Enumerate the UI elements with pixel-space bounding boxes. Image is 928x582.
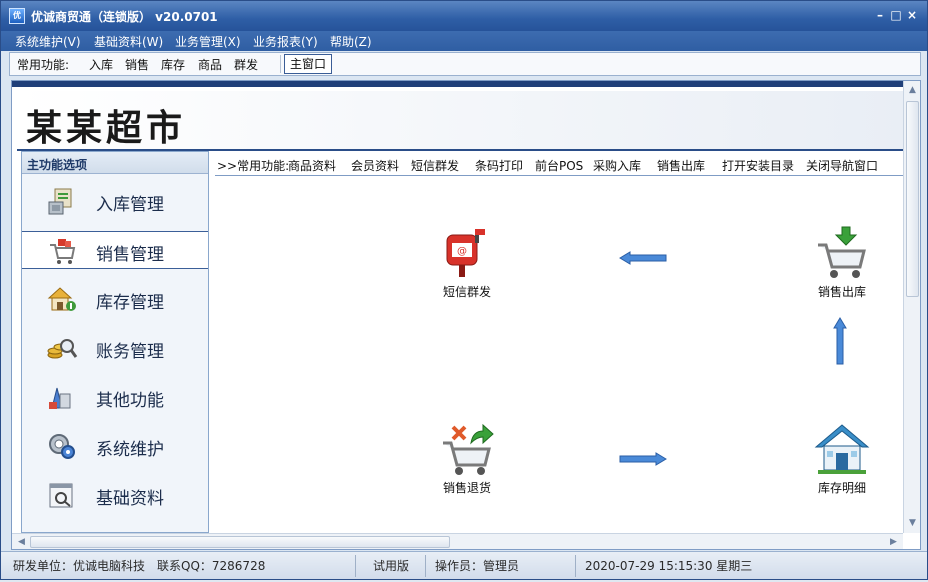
vertical-scroll-thumb[interactable] <box>906 101 919 297</box>
menu-basic-data[interactable]: 基础资料(W) <box>94 33 163 50</box>
scroll-down-icon[interactable]: ▼ <box>906 517 919 530</box>
flow-node-sales-return[interactable]: 销售退货 <box>423 421 503 501</box>
menu-system-maintenance[interactable]: 系统维护(V) <box>15 33 81 50</box>
app-logo-icon: 优 <box>9 8 25 24</box>
store-banner: 某某超市 <box>17 91 903 149</box>
app-window: 优 优诚商贸通（连锁版） v20.0701 – □ × 系统维护(V) 基础资料… <box>0 0 928 580</box>
status-edition: 试用版 <box>373 559 410 573</box>
sidebar-item-label: 账务管理 <box>96 342 164 362</box>
sidebar-item-label: 其他功能 <box>96 391 164 411</box>
maximize-button[interactable]: □ <box>889 7 903 23</box>
horizontal-scrollbar[interactable]: ◀ ▶ <box>12 533 903 549</box>
inbound-icon <box>48 188 72 215</box>
sms-mailbox-icon: @ <box>446 229 485 277</box>
quick-link-purchase-inbound[interactable]: 采购入库 <box>593 157 641 174</box>
status-divider <box>425 555 426 577</box>
sidebar-item-inbound[interactable]: 入库管理 <box>22 182 208 220</box>
quick-link-barcode-print[interactable]: 条码打印 <box>475 157 523 174</box>
frame-top-border <box>12 81 904 87</box>
flow-node-label: 销售退货 <box>442 481 491 495</box>
sidebar-item-system-maintenance[interactable]: 系统维护 <box>22 427 208 465</box>
quickbar-label: >>常用功能: <box>217 159 290 173</box>
status-datetime: 2020-07-29 15:15:30 星期三 <box>585 559 753 573</box>
cart-return-icon <box>443 423 494 475</box>
quick-link-sms-broadcast[interactable]: 短信群发 <box>411 157 459 174</box>
common-functions-toolbar: 常用功能: 入库 销售 库存 商品 群发 主窗口 <box>9 52 921 76</box>
menu-help[interactable]: 帮助(Z) <box>330 33 372 50</box>
system-gear-icon <box>49 434 75 459</box>
status-bar: 研发单位：优诚电脑科技 联系QQ：7286728 试用版 操作员：管理员 202… <box>1 551 927 579</box>
scroll-left-icon[interactable]: ◀ <box>15 536 28 549</box>
arrow-left-icon <box>619 251 667 265</box>
store-name: 某某超市 <box>26 107 187 149</box>
arrow-up-icon <box>833 317 847 365</box>
main-function-sidebar: 主功能选项 入库管理 销售管理 库存管理 账务管理 其他功能 系统维护 基础资料 <box>21 151 209 533</box>
sidebar-item-sales[interactable]: 销售管理 <box>22 231 208 269</box>
sidebar-item-label: 入库管理 <box>96 195 164 215</box>
accounts-coins-icon <box>47 339 78 359</box>
svg-text:@: @ <box>457 246 467 257</box>
menu-business-management[interactable]: 业务管理(X) <box>175 33 241 50</box>
flow-node-label: 短信群发 <box>442 285 491 299</box>
status-divider <box>575 555 576 577</box>
sidebar-item-label: 销售管理 <box>96 245 164 265</box>
sidebar-item-inventory[interactable]: 库存管理 <box>22 280 208 318</box>
menu-bar: 系统维护(V) 基础资料(W) 业务管理(X) 业务报表(Y) 帮助(Z) <box>1 31 927 51</box>
toolbar-link-goods[interactable]: 商品 <box>198 56 222 73</box>
content-frame: 某某超市 主功能选项 入库管理 销售管理 库存管理 账务管理 其他功能 系统维护… <box>11 80 921 550</box>
sidebar-item-basic-data[interactable]: 基础资料 <box>22 476 208 514</box>
flow-node-label: 销售出库 <box>817 285 866 299</box>
navigation-workspace: @ 短信群发 销售出库 销售退货 库存明细 <box>215 177 903 533</box>
other-tools-icon <box>49 387 71 409</box>
main-window-button[interactable]: 主窗口 <box>284 54 332 74</box>
arrow-right-icon <box>619 452 667 466</box>
sidebar-item-accounts[interactable]: 账务管理 <box>22 329 208 367</box>
window-title: 优诚商贸通（连锁版） v20.0701 <box>31 10 218 24</box>
sidebar-item-label: 系统维护 <box>96 440 164 460</box>
basic-data-icon <box>49 483 73 508</box>
minimize-button[interactable]: – <box>873 7 887 23</box>
quick-link-close-nav[interactable]: 关闭导航窗口 <box>806 157 878 174</box>
flow-node-sms[interactable]: @ 短信群发 <box>423 225 503 305</box>
toolbar-link-broadcast[interactable]: 群发 <box>234 56 258 73</box>
warehouse-house-icon <box>814 424 870 474</box>
inventory-house-icon <box>47 287 76 311</box>
quick-link-front-pos[interactable]: 前台POS <box>535 157 583 174</box>
toolbar-separator <box>280 55 281 73</box>
scroll-up-icon[interactable]: ▲ <box>906 84 919 97</box>
quick-link-member-data[interactable]: 会员资料 <box>351 157 399 174</box>
flow-node-sales-outbound[interactable]: 销售出库 <box>798 225 878 305</box>
flow-node-label: 库存明细 <box>817 481 866 495</box>
status-divider <box>355 555 356 577</box>
scroll-right-icon[interactable]: ▶ <box>887 536 900 549</box>
quick-link-open-install-dir[interactable]: 打开安装目录 <box>722 157 794 174</box>
vertical-scrollbar[interactable]: ▲ ▼ <box>903 81 920 533</box>
flow-node-inventory-detail[interactable]: 库存明细 <box>798 421 878 501</box>
close-button[interactable]: × <box>905 7 919 23</box>
quick-function-bar: >>常用功能: 商品资料 会员资料 短信群发 条码打印 前台POS 采购入库 销… <box>215 154 903 176</box>
horizontal-scroll-thumb[interactable] <box>30 536 450 548</box>
status-developer: 研发单位：优诚电脑科技 <box>13 559 146 573</box>
sidebar-item-label: 基础资料 <box>96 489 164 509</box>
toolbar-label: 常用功能: <box>17 58 70 72</box>
sidebar-item-label: 库存管理 <box>96 293 164 313</box>
menu-business-reports[interactable]: 业务报表(Y) <box>253 33 318 50</box>
sidebar-item-other[interactable]: 其他功能 <box>22 378 208 416</box>
sidebar-header: 主功能选项 <box>22 152 208 174</box>
toolbar-link-sales[interactable]: 销售 <box>125 56 149 73</box>
cart-out-icon <box>818 226 866 278</box>
quick-link-goods-data[interactable]: 商品资料 <box>288 157 336 174</box>
toolbar-link-inbound[interactable]: 入库 <box>89 56 113 73</box>
toolbar-link-inventory[interactable]: 库存 <box>161 56 185 73</box>
status-operator: 操作员：管理员 <box>435 559 520 573</box>
title-bar: 优 优诚商贸通（连锁版） v20.0701 – □ × <box>1 1 927 31</box>
status-contact: 联系QQ：7286728 <box>157 559 266 573</box>
sales-cart-icon <box>50 239 76 264</box>
quick-link-sales-outbound[interactable]: 销售出库 <box>657 157 705 174</box>
